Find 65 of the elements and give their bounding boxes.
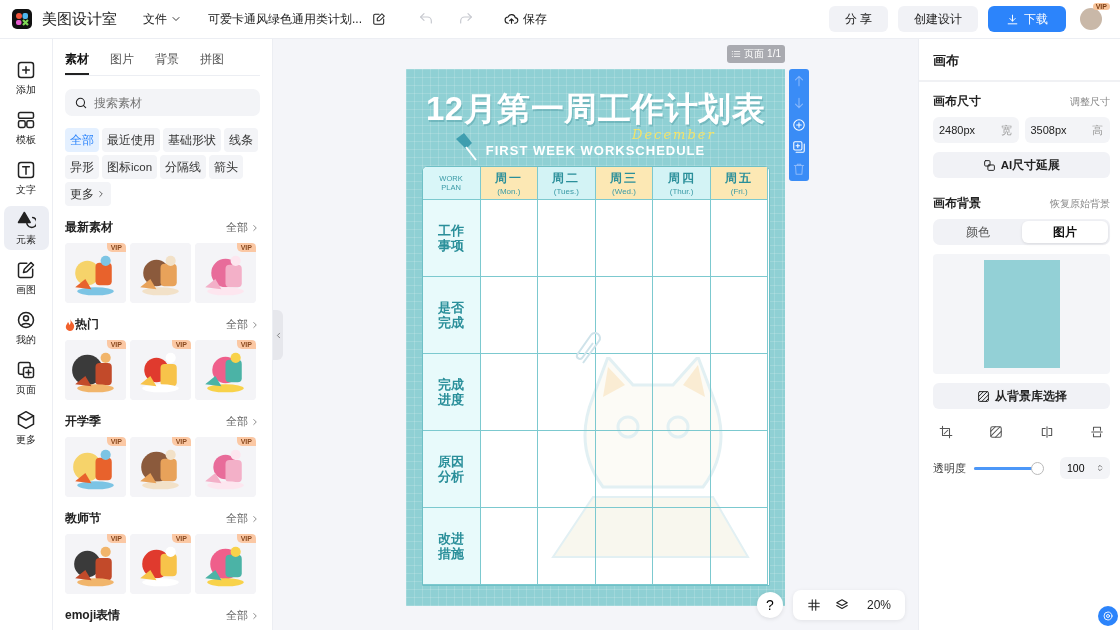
segment-tab[interactable]: 图片 <box>1021 221 1108 243</box>
panel-title: 画布 <box>919 39 1120 82</box>
download-button[interactable]: 下载 <box>988 6 1066 32</box>
panel-tab[interactable]: 图片 <box>110 47 134 75</box>
filter-chip[interactable]: 最近使用 <box>102 128 160 152</box>
sidebar-item[interactable]: 画图 <box>3 256 49 300</box>
zoom-level[interactable]: 20% <box>862 598 891 612</box>
panel-tab[interactable]: 素材 <box>65 47 89 75</box>
day-header: 周三 (Wed.) <box>595 167 654 201</box>
reset-background-link[interactable]: 恢复原始背景 <box>1050 196 1110 211</box>
day-header: 周二 (Tues.) <box>538 167 596 201</box>
sidebar-item[interactable]: 页面 <box>3 356 49 400</box>
create-design-button[interactable]: 创建设计 <box>898 6 978 32</box>
see-all-link[interactable]: 全部 <box>226 317 260 332</box>
filter-chip[interactable]: 线条 <box>224 128 258 152</box>
file-menu[interactable]: 文件 <box>143 10 182 28</box>
row-label: 原因分析 <box>422 431 481 509</box>
poster-title: 12月第一周工作计划表 <box>425 91 766 128</box>
script-text: December <box>632 128 716 142</box>
row-label: 工作事项 <box>422 200 481 278</box>
section-title: 热门 <box>65 316 99 333</box>
share-button[interactable]: 分 享 <box>828 6 888 32</box>
section-title: emoji表情 <box>65 607 121 624</box>
see-all-link[interactable]: 全部 <box>226 414 260 429</box>
unit-label: 高 <box>1092 123 1103 137</box>
section-title: 最新素材 <box>65 219 113 236</box>
filter-chip[interactable]: 图标icon <box>102 155 158 179</box>
filter-chip[interactable]: 箭头 <box>209 155 244 179</box>
sidebar-item[interactable]: 添加 <box>3 56 49 100</box>
panel-tab[interactable]: 背景 <box>155 47 179 75</box>
panel-tab[interactable]: 拼图 <box>200 47 224 75</box>
poster-subtitle: FIRST WEEK WORKSCHEDULE <box>485 143 706 159</box>
sidebar-item[interactable]: 更多 <box>3 406 49 450</box>
filter-chip[interactable]: 分隔线 <box>160 155 207 179</box>
background-library-button[interactable]: 从背景库选择 <box>933 383 1110 409</box>
row-label: 是否完成 <box>422 277 481 355</box>
see-all-link[interactable]: 全部 <box>226 220 260 235</box>
sidebar-item[interactable]: 模板 <box>3 106 49 150</box>
section-label: 画布背景 <box>933 196 981 211</box>
opacity-label: 透明度 <box>933 460 966 476</box>
row-label: 完成进度 <box>422 354 481 432</box>
day-header: 周四 (Thur.) <box>653 167 711 201</box>
section-title: 开学季 <box>65 413 101 430</box>
document-title: 可爱卡通风绿色通用类计划... <box>208 10 362 28</box>
see-all-link[interactable]: 全部 <box>226 511 260 526</box>
ai-extend-button[interactable]: AI尺寸延展 <box>933 152 1110 178</box>
resize-link[interactable]: 调整尺寸 <box>1070 94 1110 109</box>
sidebar-item[interactable]: 我的 <box>3 306 49 350</box>
sidebar-item[interactable]: 元素 <box>3 206 49 250</box>
section-label: 画布尺寸 <box>933 94 981 109</box>
segment-tab[interactable]: 颜色 <box>935 221 1022 243</box>
section-title: 教师节 <box>65 510 101 527</box>
search-field[interactable]: 搜索素材 <box>65 89 260 116</box>
app-name: 美图设计室 <box>42 9 117 29</box>
filter-chip[interactable]: 基础形状 <box>163 128 221 152</box>
see-all-link[interactable]: 全部 <box>226 608 260 623</box>
filter-chip[interactable]: 异形 <box>65 155 99 179</box>
row-label: 改进措施 <box>422 508 481 586</box>
day-header: 周一 (Mon.) <box>480 167 539 201</box>
day-header: 周五 (Fri.) <box>710 167 769 201</box>
opacity-field[interactable]: 100 <box>1060 457 1110 479</box>
save-button[interactable]: 保存 <box>498 9 553 29</box>
more-chip[interactable]: 更多 <box>65 182 111 206</box>
unit-label: 宽 <box>1000 123 1012 137</box>
sidebar-item[interactable]: 文字 <box>3 156 49 200</box>
